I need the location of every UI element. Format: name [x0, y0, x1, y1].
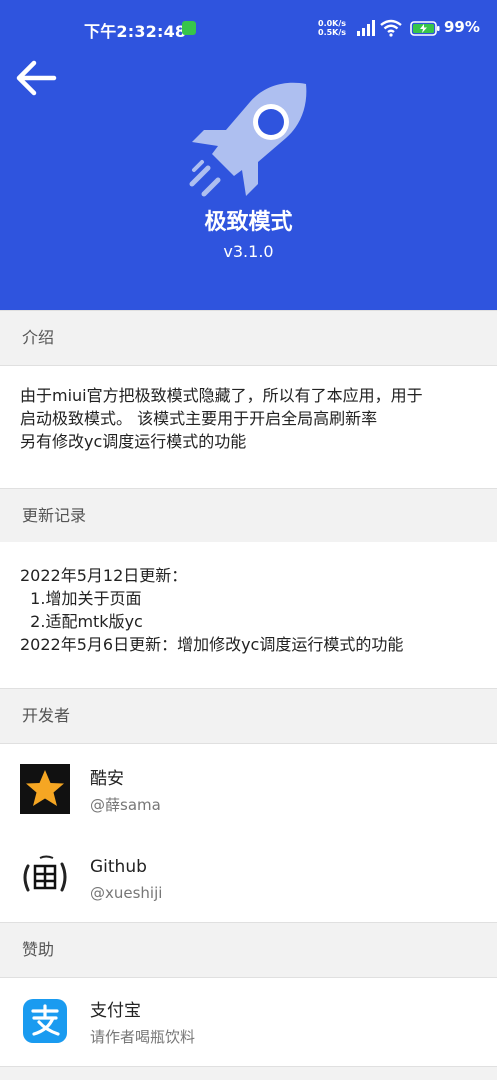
section-header-changelog: 更新记录 — [0, 488, 497, 544]
sponsor-list: 支付宝 请作者喝瓶饮料 — [0, 978, 497, 1066]
changelog-line: 2.适配mtk版yc — [20, 612, 143, 631]
changelog-text: 2022年5月12日更新： 1.增加关于页面 2.适配mtk版yc 2022年5… — [0, 542, 497, 688]
intro-line: 启动极致模式。 该模式主要用于开启全局高刷新率 — [20, 409, 378, 428]
section-header-intro: 介绍 — [0, 310, 497, 366]
developer-title: 酷安 — [90, 769, 124, 789]
intro-text: 由于miui官方把极致模式隐藏了，所以有了本应用，用于 启动极致模式。 该模式主… — [0, 366, 497, 488]
intro-line: 由于miui官方把极致模式隐藏了，所以有了本应用，用于 — [20, 386, 423, 405]
developer-item-coolapk[interactable]: 酷安 @薛sama — [0, 744, 497, 834]
changelog-line: 2022年5月6日更新：增加修改yc调度运行模式的功能 — [20, 635, 404, 654]
signal-icon — [357, 20, 375, 36]
changelog-line: 1.增加关于页面 — [20, 589, 142, 608]
developer-item-github[interactable]: Github @xueshiji — [0, 832, 497, 922]
network-speed: 0.0K/s 0.5K/s — [318, 19, 346, 37]
section-header-developers: 开发者 — [0, 688, 497, 744]
status-bar: 下午2:32:48 0.0K/s 0.5K/s 99% — [0, 14, 497, 44]
app-version: v3.1.0 — [223, 242, 274, 261]
status-time: 下午2:32:48 — [84, 22, 187, 41]
developer-handle: @薛sama — [90, 796, 161, 814]
notification-icon — [182, 21, 196, 35]
sponsor-subtitle: 请作者喝瓶饮料 — [90, 1028, 196, 1046]
rocket-logo-icon — [189, 82, 307, 197]
battery-icon — [410, 21, 440, 36]
wifi-icon — [380, 19, 402, 37]
back-arrow-icon[interactable] — [10, 52, 62, 104]
section-header-sponsor: 赞助 — [0, 922, 497, 978]
developer-handle: @xueshiji — [90, 884, 163, 902]
developer-list: 酷安 @薛sama Github @xueshiji — [0, 744, 497, 922]
net-up: 0.0K/s — [318, 19, 347, 28]
sponsor-item-alipay[interactable]: 支付宝 请作者喝瓶饮料 — [0, 976, 497, 1066]
battery-percent: 99% — [444, 18, 480, 36]
app-header: 下午2:32:48 0.0K/s 0.5K/s 99% 极致模式 v3.1.0 — [0, 0, 497, 310]
sponsor-title: 支付宝 — [90, 1001, 141, 1021]
alipay-icon — [23, 999, 67, 1043]
intro-line: 另有修改yc调度运行模式的功能 — [20, 432, 247, 451]
net-down: 0.5K/s — [318, 28, 347, 37]
seal-avatar-icon — [21, 853, 69, 901]
app-title: 极致模式 — [204, 210, 293, 235]
developer-title: Github — [90, 857, 147, 877]
changelog-line: 2022年5月12日更新： — [20, 566, 188, 585]
bottom-divider — [0, 1066, 497, 1080]
star-icon — [20, 764, 70, 814]
